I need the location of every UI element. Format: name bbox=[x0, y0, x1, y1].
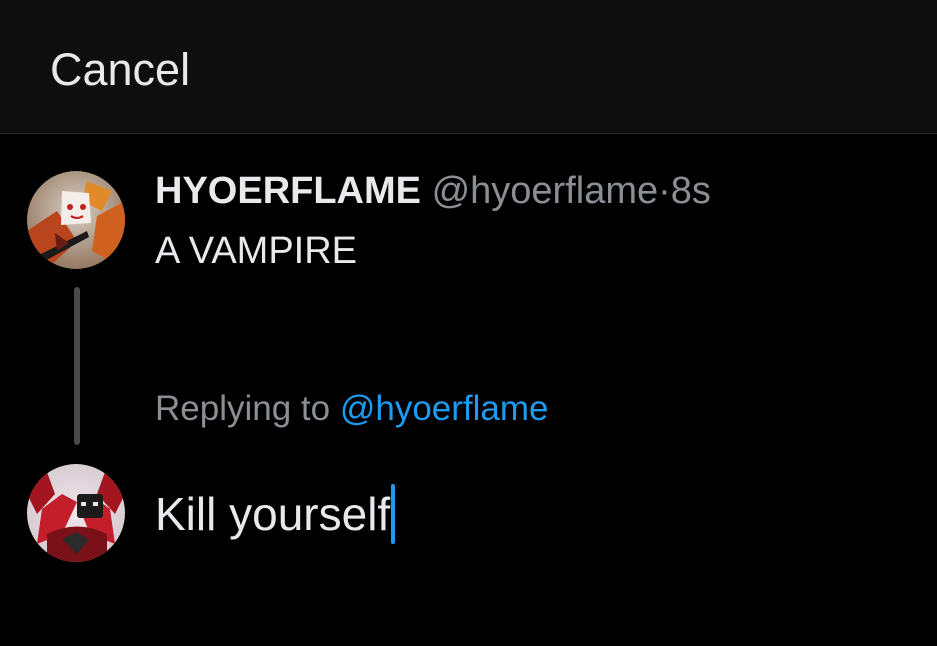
reply-compose-input[interactable]: Kill yourself bbox=[155, 484, 396, 544]
replying-to-handle-link[interactable]: @hyoerflame bbox=[340, 389, 549, 428]
tweet-timestamp: 8s bbox=[670, 170, 711, 212]
tweet-text: A VAMPIRE bbox=[155, 230, 358, 272]
replying-to-line: Replying to @hyoerflame bbox=[155, 387, 549, 431]
profile-avatar-icon bbox=[27, 171, 125, 269]
text-cursor bbox=[391, 484, 396, 544]
author-display-name[interactable]: HYOERFLAME bbox=[155, 170, 421, 212]
replying-to-label: Replying to bbox=[155, 389, 331, 428]
reply-draft-text[interactable]: Kill yourself bbox=[155, 486, 390, 542]
tweet-header: HYOERFLAME @hyoerflame·8s bbox=[155, 168, 711, 214]
original-author-avatar[interactable] bbox=[27, 171, 125, 269]
author-handle[interactable]: @hyoerflame bbox=[432, 170, 659, 212]
cancel-button[interactable]: Cancel bbox=[50, 44, 190, 96]
current-user-avatar[interactable] bbox=[27, 464, 125, 562]
thread-connector-line bbox=[74, 287, 80, 445]
compose-header: Cancel bbox=[0, 0, 937, 134]
profile-avatar-icon bbox=[27, 464, 125, 562]
separator-dot: · bbox=[658, 170, 671, 212]
